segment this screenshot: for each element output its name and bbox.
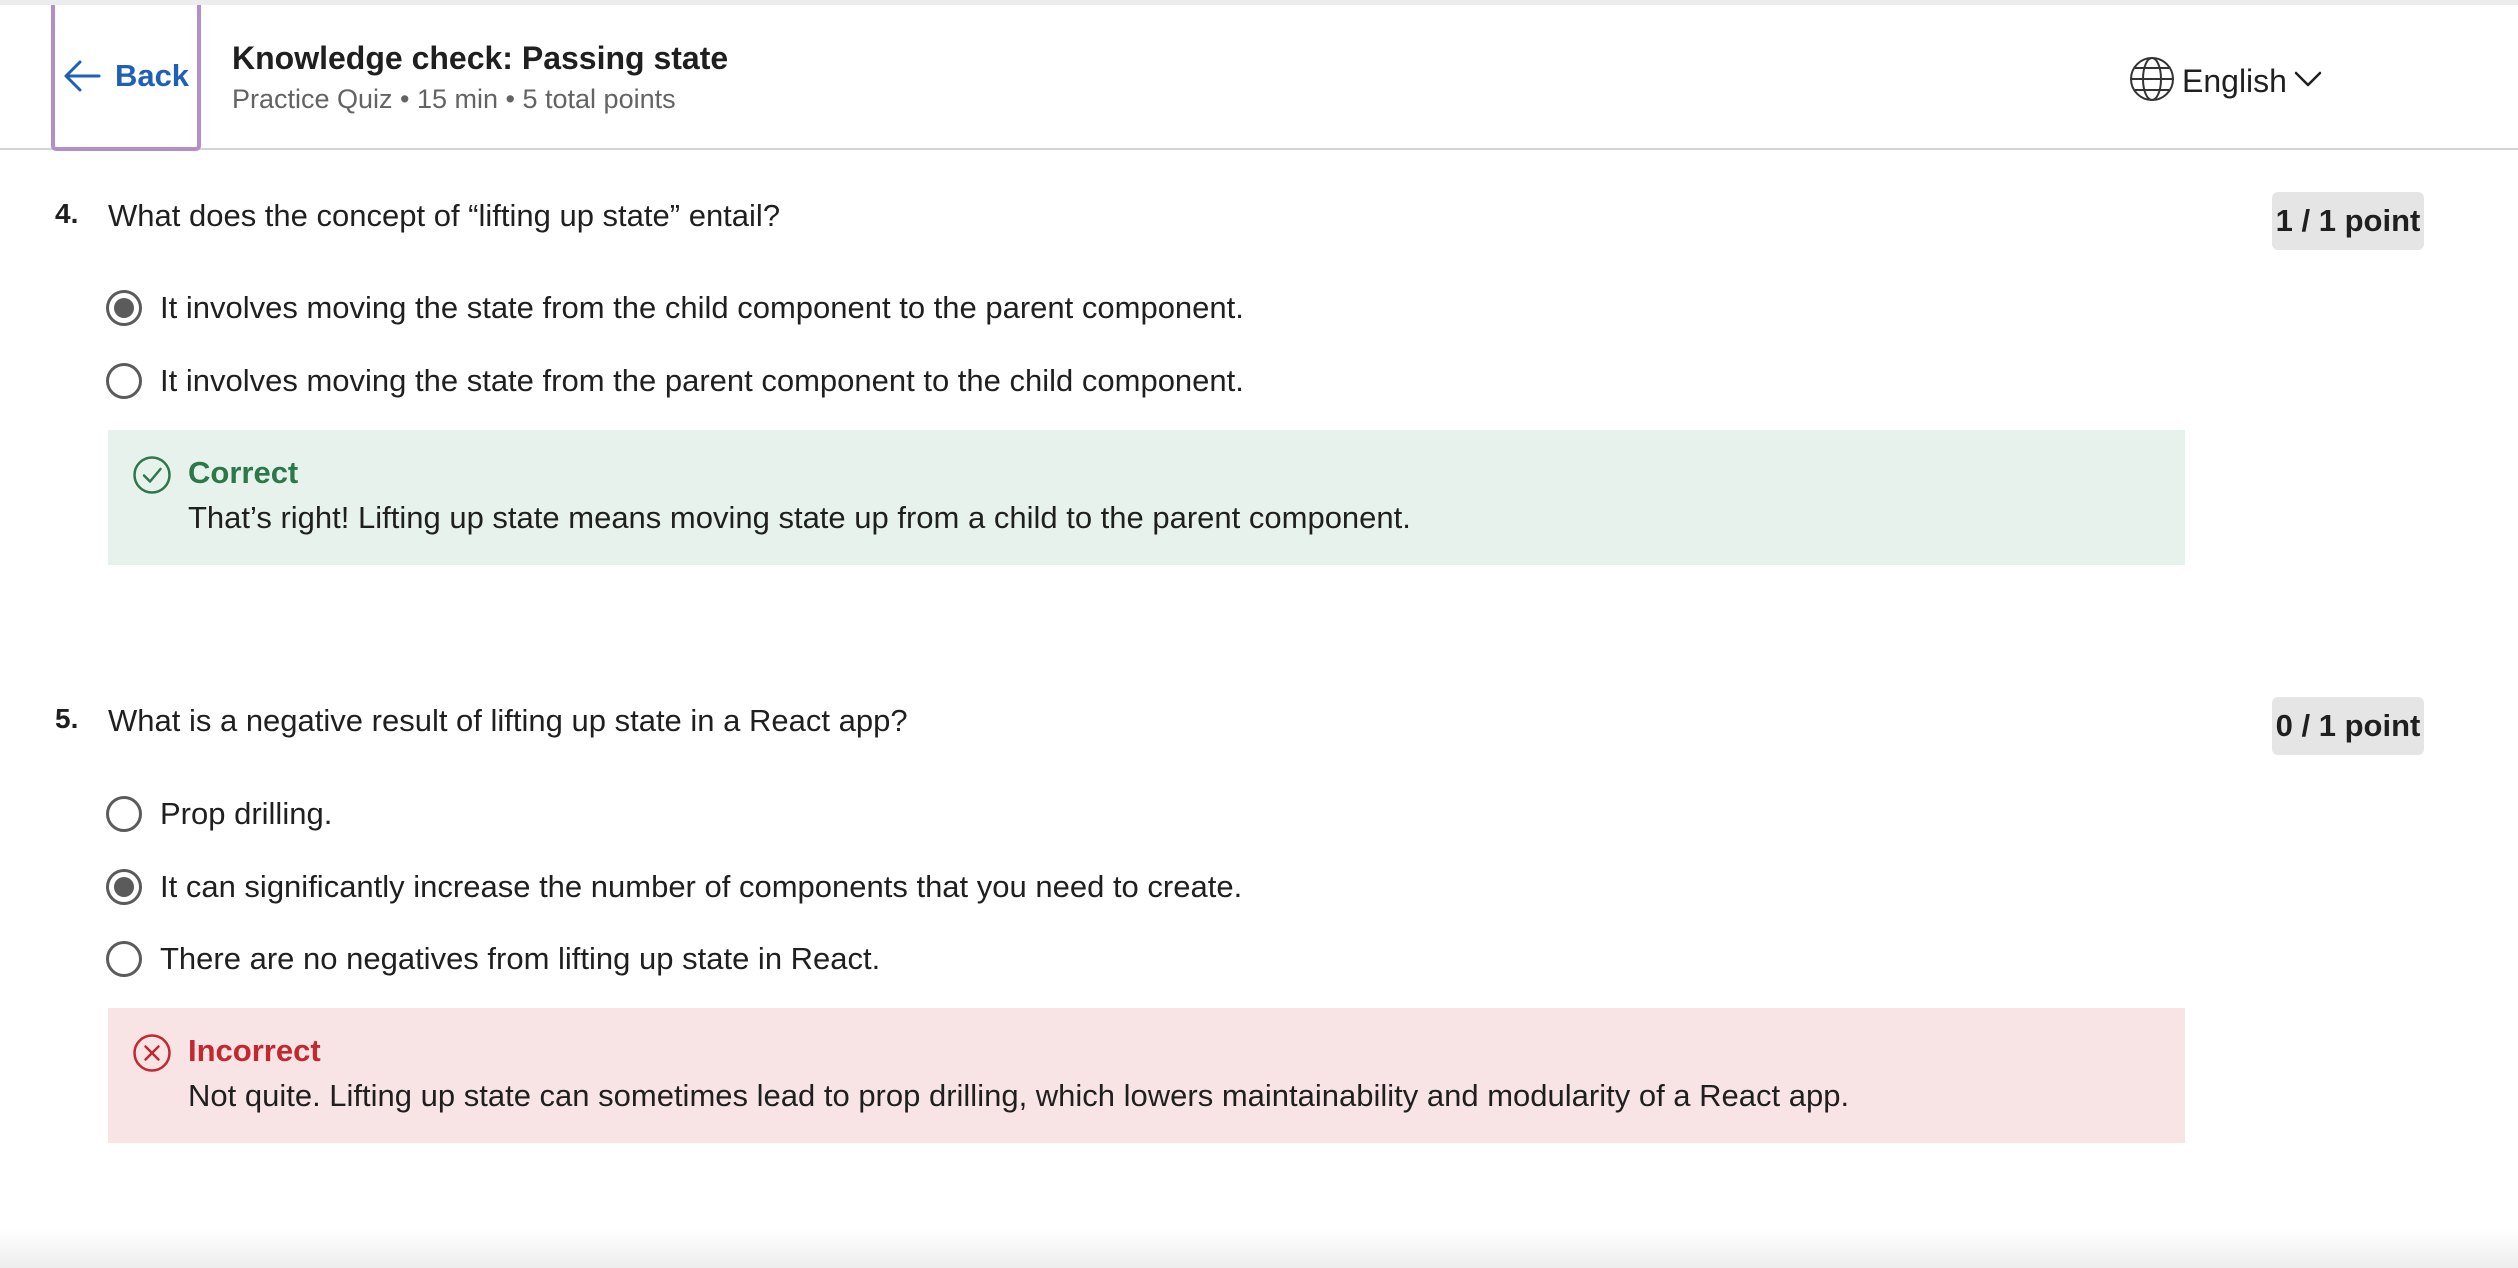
answer-option[interactable]: Prop drilling. xyxy=(106,792,332,836)
question-text: What does the concept of “lifting up sta… xyxy=(108,198,781,233)
quiz-meta: Practice Quiz • 15 min • 5 total points xyxy=(232,84,676,114)
option-label: It involves moving the state from the pa… xyxy=(160,363,1244,398)
arrow-left-icon xyxy=(63,59,101,93)
option-label: Prop drilling. xyxy=(160,796,333,831)
radio-selected[interactable] xyxy=(106,869,142,905)
option-label: It involves moving the state from the ch… xyxy=(160,290,1244,325)
question-text: What is a negative result of lifting up … xyxy=(108,703,908,738)
footer-shadow xyxy=(0,1228,2518,1268)
question-number: 4. xyxy=(55,198,79,229)
feedback-incorrect: Incorrect Not quite. Lifting up state ca… xyxy=(108,1008,2185,1143)
radio-unselected[interactable] xyxy=(106,941,142,977)
option-label: It can significantly increase the number… xyxy=(160,869,1243,904)
globe-icon xyxy=(2128,55,2176,108)
page-title: Knowledge check: Passing state xyxy=(232,40,729,76)
answer-option[interactable]: It can significantly increase the number… xyxy=(106,865,1242,909)
answer-option[interactable]: There are no negatives from lifting up s… xyxy=(106,937,880,981)
feedback-text: That’s right! Lifting up state means mov… xyxy=(188,500,1411,535)
x-circle-icon xyxy=(132,1033,172,1078)
radio-selected[interactable] xyxy=(106,290,142,326)
points-badge: 1 / 1 point xyxy=(2272,192,2424,250)
language-selector[interactable]: English xyxy=(2128,55,2323,108)
answer-option[interactable]: It involves moving the state from the ch… xyxy=(106,286,1244,330)
check-circle-icon xyxy=(132,455,172,500)
chevron-down-icon xyxy=(2293,69,2323,94)
language-label: English xyxy=(2182,63,2287,99)
option-label: There are no negatives from lifting up s… xyxy=(160,941,881,976)
radio-unselected[interactable] xyxy=(106,796,142,832)
quiz-header: Back Knowledge check: Passing state Prac… xyxy=(0,5,2518,151)
answer-option[interactable]: It involves moving the state from the pa… xyxy=(106,359,1244,403)
feedback-title: Correct xyxy=(188,455,299,490)
question-number: 5. xyxy=(55,703,79,734)
back-button[interactable]: Back xyxy=(51,5,201,151)
back-label: Back xyxy=(114,58,190,93)
feedback-correct: Correct That’s right! Lifting up state m… xyxy=(108,430,2185,565)
points-badge: 0 / 1 point xyxy=(2272,697,2424,755)
radio-unselected[interactable] xyxy=(106,363,142,399)
feedback-text: Not quite. Lifting up state can sometime… xyxy=(188,1078,1850,1113)
feedback-title: Incorrect xyxy=(188,1033,321,1068)
